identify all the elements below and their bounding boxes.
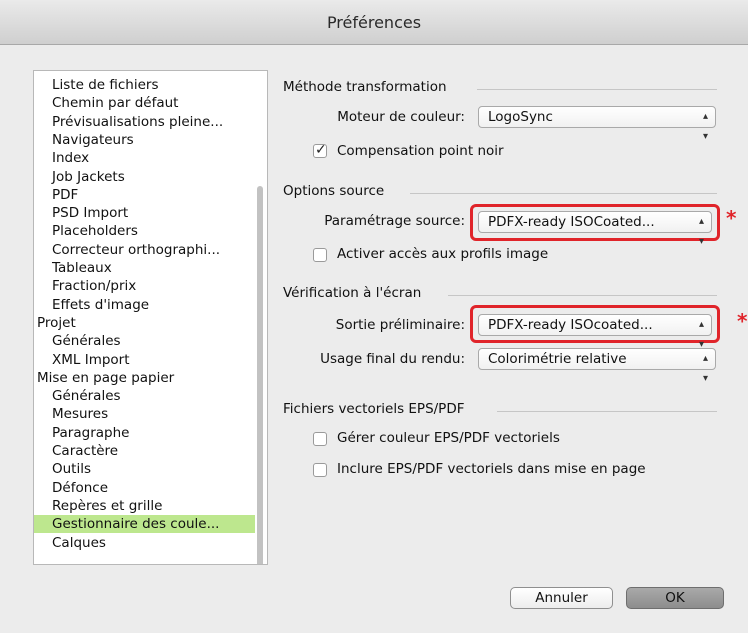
section-heading-verification: Vérification à l'écran: [283, 285, 422, 301]
sidebar-item[interactable]: Fraction/prix: [34, 277, 255, 295]
usage-final-value: Colorimétrie relative: [488, 351, 627, 367]
sortie-preliminaire-label: Sortie préliminaire:: [335, 317, 465, 333]
required-asterisk: *: [737, 309, 748, 333]
section-divider: [410, 193, 717, 194]
usage-final-popup[interactable]: Colorimétrie relative ▴ ▾: [478, 348, 716, 384]
parametrage-source-popup[interactable]: PDFX-ready ISOCoated... ▴ ▾: [478, 211, 712, 247]
section-divider: [477, 89, 717, 90]
parametrage-source-label: Paramétrage source:: [324, 213, 465, 229]
window-title: Préférences: [326, 13, 422, 32]
sortie-preliminaire-popup[interactable]: PDFX-ready ISOcoated... ▴ ▾: [478, 314, 712, 350]
sidebar-item[interactable]: PSD Import: [34, 204, 255, 222]
compensation-checkbox[interactable]: ✓: [313, 142, 327, 158]
sidebar-item[interactable]: Job Jackets: [34, 168, 255, 186]
moteur-couleur-value: LogoSync: [488, 109, 553, 125]
sidebar-item[interactable]: Défonce: [34, 479, 255, 497]
moteur-couleur-label: Moteur de couleur:: [337, 109, 465, 125]
sidebar-item[interactable]: Calques: [34, 534, 255, 552]
sidebar-item[interactable]: Prévisualisations pleine...: [34, 113, 255, 131]
gerer-couleur-checkbox[interactable]: [313, 432, 327, 446]
sidebar-item[interactable]: Repères et grille: [34, 497, 255, 515]
sidebar-item[interactable]: Chemin par défaut: [34, 94, 255, 112]
section-heading-vectoriels: Fichiers vectoriels EPS/PDF: [283, 401, 465, 417]
sidebar-item[interactable]: Paragraphe: [34, 424, 255, 442]
sidebar-item[interactable]: XML Import: [34, 351, 255, 369]
sidebar-item[interactable]: Projet: [34, 314, 255, 332]
sidebar-item[interactable]: Mise en page papier: [34, 369, 255, 387]
section-divider: [448, 295, 717, 296]
moteur-couleur-popup[interactable]: LogoSync ▴ ▾: [478, 106, 716, 142]
sidebar-item[interactable]: PDF: [34, 186, 255, 204]
checkmark-icon: ✓: [315, 142, 327, 158]
sortie-preliminaire-value: PDFX-ready ISOcoated...: [488, 317, 653, 333]
ok-button[interactable]: OK: [626, 587, 724, 609]
usage-final-label: Usage final du rendu:: [320, 351, 465, 367]
gerer-couleur-label: Gérer couleur EPS/PDF vectoriels: [337, 430, 560, 446]
sidebar-item[interactable]: Gestionnaire des coule...: [34, 515, 255, 534]
popup-arrows-icon: ▴ ▾: [702, 111, 708, 142]
sidebar-item[interactable]: Correcteur orthographi...: [34, 241, 255, 259]
preferences-sidebar[interactable]: Calques Gestionnaire des coule... Repères …: [33, 70, 268, 565]
activer-profils-checkbox[interactable]: [313, 248, 327, 262]
sidebar-item[interactable]: Caractère: [34, 442, 255, 460]
sidebar-item[interactable]: Outils: [34, 460, 255, 478]
sidebar-scrollbar[interactable]: [257, 186, 263, 564]
inclure-vectoriels-label: Inclure EPS/PDF vectoriels dans mise en …: [337, 461, 646, 477]
sidebar-item[interactable]: Effets d'image: [34, 296, 255, 314]
sidebar-item[interactable]: Tableaux: [34, 259, 255, 277]
compensation-label: Compensation point noir: [337, 143, 504, 159]
required-asterisk: *: [726, 206, 737, 230]
inclure-vectoriels-checkbox[interactable]: [313, 463, 327, 477]
parametrage-source-value: PDFX-ready ISOCoated...: [488, 214, 655, 230]
sidebar-item[interactable]: Générales: [34, 332, 255, 350]
section-divider: [497, 411, 717, 412]
popup-arrows-icon: ▴ ▾: [698, 216, 704, 247]
section-heading-methode: Méthode transformation: [283, 79, 447, 95]
cancel-button[interactable]: Annuler: [510, 587, 613, 609]
sidebar-item[interactable]: Index: [34, 149, 255, 167]
sidebar-item[interactable]: Navigateurs: [34, 131, 255, 149]
sidebar-item[interactable]: Mesures: [34, 405, 255, 423]
activer-profils-label: Activer accès aux profils image: [337, 246, 549, 262]
sidebar-item[interactable]: Générales: [34, 387, 255, 405]
sidebar-item[interactable]: Liste de fichiers: [34, 76, 255, 94]
popup-arrows-icon: ▴ ▾: [702, 353, 708, 384]
section-heading-source: Options source: [283, 183, 385, 199]
sidebar-item[interactable]: Placeholders: [34, 222, 255, 240]
title-bar: Préférences: [0, 0, 748, 45]
